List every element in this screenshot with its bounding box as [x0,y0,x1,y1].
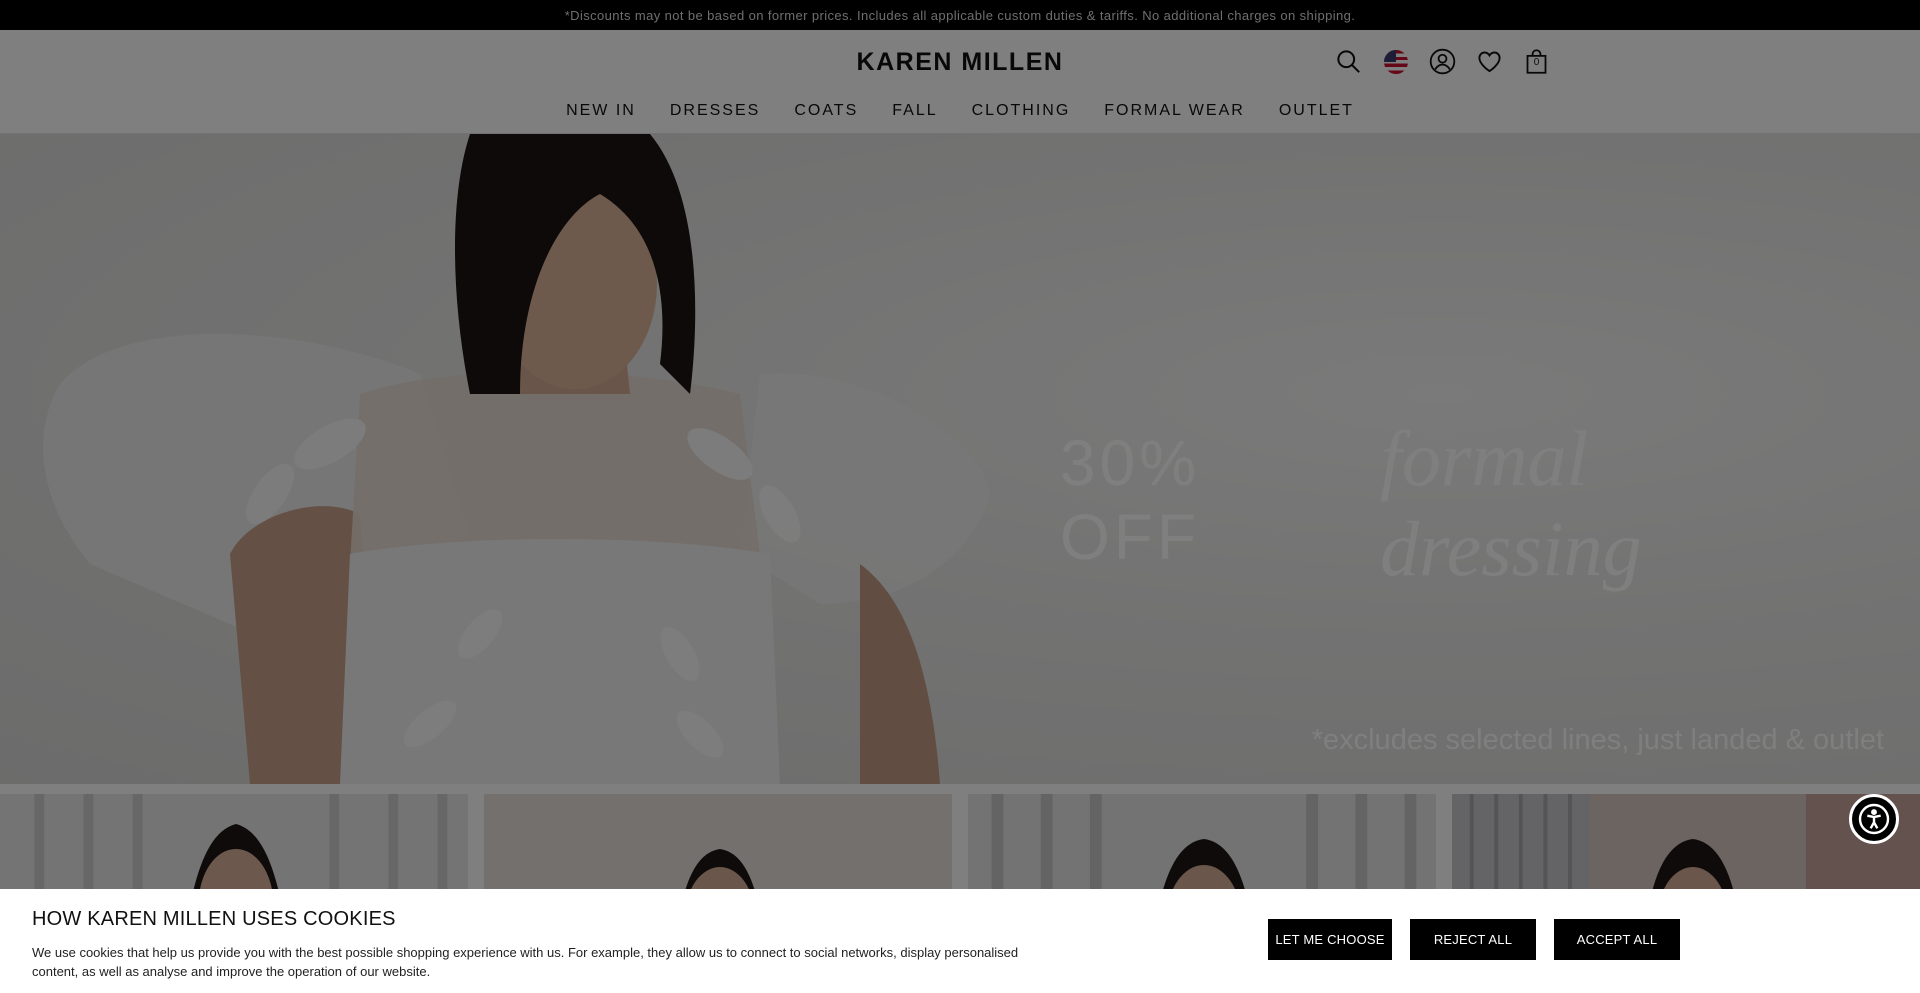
accessibility-icon [1858,803,1890,835]
nav-item-coats[interactable]: COATS [794,102,858,120]
nav-item-clothing[interactable]: CLOTHING [972,102,1071,120]
nav-item-dresses[interactable]: DRESSES [670,102,760,120]
account-icon[interactable] [1429,48,1456,75]
nav-item-formal-wear[interactable]: FORMAL WEAR [1104,102,1245,120]
promo-bar-text: *Discounts may not be based on former pr… [564,7,1356,23]
brand-logo[interactable]: KAREN MILLEN [0,48,1920,77]
cookie-banner-text: We use cookies that help us provide you … [32,945,1019,979]
cookie-banner: HOW KAREN MILLEN USES COOKIES We use coo… [0,889,1920,993]
hero-disclaimer: *excludes selected lines, just landed & … [1311,724,1884,756]
cookie-banner-title: HOW KAREN MILLEN USES COOKIES [32,908,396,930]
let-me-choose-button[interactable]: LET ME CHOOSE [1268,919,1392,960]
hero-banner[interactable]: 30% OFF formal dressing *excludes select… [0,134,1920,784]
wishlist-heart-icon[interactable] [1476,48,1503,75]
hero-headline-main: 30% OFF [1060,427,1201,573]
accept-all-button[interactable]: ACCEPT ALL [1554,919,1680,960]
nav-item-fall[interactable]: FALL [892,102,937,120]
nav-item-outlet[interactable]: OUTLET [1279,102,1354,120]
main-nav: NEW IN DRESSES COATS FALL CLOTHING FORMA… [0,102,1920,120]
hero-headline-script: formal dressing [1380,415,1642,592]
search-icon[interactable] [1335,48,1362,75]
hero-model-image [43,134,990,784]
country-flag [1383,49,1408,74]
hero-headline: 30% OFF formal dressing [1060,414,1860,594]
site-header: KAREN MILLEN 0 NEW IN DRESSES COATS FALL… [0,30,1920,134]
cookie-banner-actions: LET ME CHOOSE REJECT ALL ACCEPT ALL [1268,919,1680,960]
reject-all-button[interactable]: REJECT ALL [1410,919,1536,960]
bag-count: 0 [1533,57,1540,68]
promo-bar: *Discounts may not be based on former pr… [0,0,1920,30]
nav-item-new-in[interactable]: NEW IN [566,102,636,120]
us-flag-icon[interactable] [1382,48,1409,75]
accessibility-button[interactable] [1849,794,1899,844]
shopping-bag-icon[interactable]: 0 [1523,48,1550,75]
header-icons: 0 [1335,48,1550,75]
